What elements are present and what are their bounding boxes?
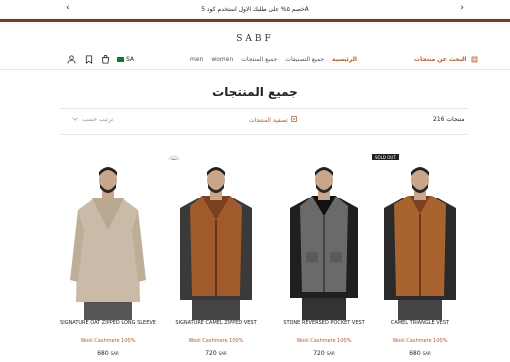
cart-icon[interactable]: [100, 54, 111, 65]
menu-item-all-products[interactable]: جميع المنتجات: [241, 56, 277, 63]
toolbar-divider-bottom: [60, 134, 468, 135]
currency-label: SA: [126, 55, 135, 63]
toolbar-divider-top: [60, 108, 468, 109]
sort-label: ترتيب حسب: [82, 116, 114, 123]
announcement-bar: ‹ خصم ٥% على طلبك الاول استخدم كود 5A ›: [0, 0, 510, 19]
search-link[interactable]: البحث عن منتجات: [414, 52, 480, 66]
prev-announcement-arrow[interactable]: ‹: [66, 3, 70, 13]
bookmark-icon[interactable]: [83, 54, 94, 65]
product-name[interactable]: Signature Camel Zipped Vest: [168, 320, 264, 327]
filter-label: تصفية المنتجات: [249, 116, 288, 124]
product-count: 216 منتجات: [433, 116, 465, 123]
product-name[interactable]: Camel Triangle Vest: [372, 320, 468, 327]
product-image[interactable]: [168, 160, 264, 320]
product-price: 720 SAR: [313, 350, 335, 357]
product-image[interactable]: [372, 160, 468, 320]
product-name[interactable]: Stone Reversed Pocket Vest: [276, 320, 372, 327]
product-card[interactable]: Signature Camel Zipped Vest Wool Cashmer…: [168, 150, 264, 360]
menu-item-women[interactable]: women: [211, 56, 233, 63]
product-material: Wool Cashmere 100%: [188, 338, 244, 344]
next-announcement-arrow[interactable]: ›: [460, 3, 464, 13]
search-icon: [469, 54, 480, 65]
filter-button[interactable]: تصفية المنتجات: [249, 116, 297, 124]
product-material: Wool Cashmere 100%: [80, 338, 136, 344]
product-price: 680 SAR: [409, 350, 431, 357]
product-image[interactable]: [60, 160, 156, 320]
currency-selector[interactable]: SA: [117, 56, 134, 63]
brand-stripe: [0, 19, 510, 22]
header-icons: SA: [66, 52, 134, 66]
product-card[interactable]: Stone Reversed Pocket Vest Wool Cashmere…: [276, 150, 372, 360]
product-image[interactable]: [276, 160, 372, 320]
menu-item-all-categories[interactable]: جميع التصنيفات: [285, 56, 324, 63]
product-card[interactable]: SOLD OUT Camel Triangle Vest Wool Cashme…: [372, 150, 468, 360]
search-label: البحث عن منتجات: [414, 55, 467, 63]
page-title: جميع المنتجات: [212, 85, 298, 99]
filter-icon: [291, 116, 297, 124]
product-price: 680 SAR: [97, 350, 119, 357]
product-card[interactable]: Signature Oat Zipped Long Sleeve Wool Ca…: [60, 150, 156, 360]
sort-dropdown[interactable]: ترتيب حسب: [72, 116, 113, 123]
brand-logo[interactable]: SABF: [0, 34, 510, 44]
product-name[interactable]: Signature Oat Zipped Long Sleeve: [60, 320, 156, 327]
product-material: Wool Cashmere 100%: [392, 338, 448, 344]
product-price: 720 SAR: [205, 350, 227, 357]
saudi-flag-icon: [117, 56, 124, 62]
menu-item-men[interactable]: men: [190, 56, 203, 63]
chevron-down-icon: [72, 116, 78, 123]
menu-item-home[interactable]: الرئيسية: [332, 56, 357, 63]
product-material: Wool Cashmere 100%: [296, 338, 352, 344]
user-icon[interactable]: [66, 54, 77, 65]
header-divider: [0, 69, 510, 70]
main-menu: men women جميع المنتجات جميع التصنيفات ا…: [190, 52, 357, 66]
announcement-text: خصم ٥% على طلبك الاول استخدم كود 5A: [201, 5, 309, 13]
